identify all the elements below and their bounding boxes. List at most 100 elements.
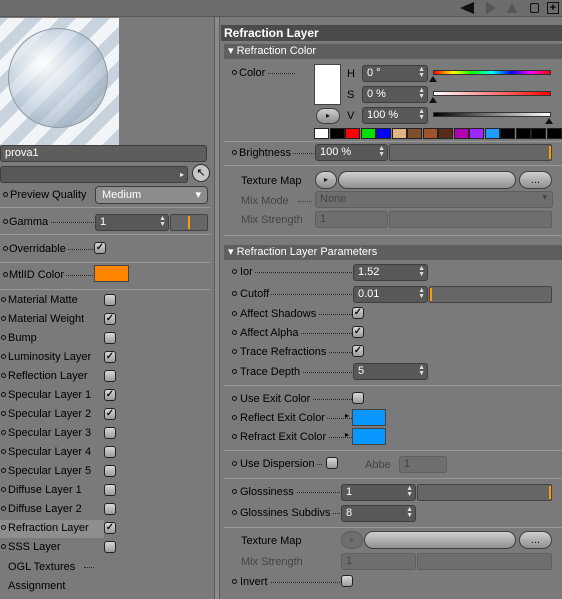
layer-checkbox[interactable]: ✓: [104, 408, 116, 420]
layer-anim-icon[interactable]: [1, 430, 6, 435]
new-panel-icon[interactable]: +: [547, 2, 559, 14]
color-swatch[interactable]: [329, 128, 345, 139]
mix-strength-slider[interactable]: [389, 211, 552, 228]
use-dispersion-checkbox[interactable]: [326, 457, 338, 469]
trace-refractions-checkbox[interactable]: ✓: [352, 345, 364, 357]
reflect-exit-arrow-icon[interactable]: ▸: [345, 411, 349, 420]
refract-exit-color-anim-icon[interactable]: [232, 434, 237, 439]
cutoff-slider[interactable]: [429, 286, 552, 303]
color-swatch[interactable]: [422, 128, 438, 139]
value-field[interactable]: 100 % ▲ ▼: [362, 107, 428, 124]
layer-anim-icon[interactable]: [1, 411, 6, 416]
gamma-field[interactable]: 1 ▲ ▼: [95, 214, 169, 231]
lock-icon[interactable]: [530, 3, 539, 13]
layer-checkbox[interactable]: [104, 446, 116, 458]
value-slider[interactable]: [433, 112, 551, 117]
layer-checkbox[interactable]: [104, 484, 116, 496]
color-swatch[interactable]: [546, 128, 562, 139]
color-swatch[interactable]: [484, 128, 500, 139]
color-swatch[interactable]: [407, 128, 422, 139]
cutoff-field-spinner-icon[interactable]: ▲ ▼: [418, 287, 425, 300]
invert-checkbox[interactable]: [341, 575, 353, 587]
refraction-params-section-header[interactable]: ▾ Refraction Layer Parameters: [224, 245, 562, 260]
texture-map-2-slot[interactable]: [364, 531, 516, 549]
ior-anim-icon[interactable]: [232, 269, 237, 274]
color-options-button[interactable]: ▸: [316, 108, 340, 124]
layer-anim-icon[interactable]: [1, 506, 6, 511]
layer-anim-icon[interactable]: [1, 487, 6, 492]
layer-checkbox[interactable]: ✓: [104, 522, 116, 534]
use-exit-color-checkbox[interactable]: [352, 392, 364, 404]
layer-anim-icon[interactable]: [1, 297, 6, 302]
preview-quality-anim-icon[interactable]: [3, 192, 8, 197]
mtlid-anim-icon[interactable]: [3, 272, 8, 277]
glossines-subdivs-field[interactable]: 8 ▲ ▼: [341, 505, 416, 522]
cutoff-anim-icon[interactable]: [232, 291, 237, 296]
glossiness-field[interactable]: 1 ▲ ▼: [341, 484, 416, 501]
saturation-slider-handle-icon[interactable]: [429, 97, 437, 103]
texture-map-slot[interactable]: [338, 171, 516, 189]
brightness-anim-icon[interactable]: [232, 150, 237, 155]
layer-checkbox[interactable]: ✓: [104, 313, 116, 325]
color-swatch[interactable]: [531, 128, 546, 139]
material-path-field[interactable]: [0, 166, 188, 183]
cutoff-field[interactable]: 0.01 ▲ ▼: [353, 286, 428, 303]
layer-anim-icon[interactable]: [1, 373, 6, 378]
layer-checkbox[interactable]: ✓: [104, 389, 116, 401]
mix-mode-select[interactable]: None ▾: [315, 191, 553, 208]
layer-checkbox[interactable]: [104, 370, 116, 382]
refraction-color-section-header[interactable]: ▾ Refraction Color: [224, 44, 562, 59]
texture-map-2-options-button[interactable]: ▸: [341, 531, 363, 549]
layer-checkbox[interactable]: [104, 503, 116, 515]
use-dispersion-anim-icon[interactable]: [232, 461, 237, 466]
color-swatch[interactable]: [469, 128, 484, 139]
color-swatch[interactable]: [360, 128, 376, 139]
ogl-textures-label[interactable]: OGL Textures: [8, 560, 75, 574]
invert-anim-icon[interactable]: [232, 579, 237, 584]
layer-checkbox[interactable]: [104, 541, 116, 553]
layer-checkbox[interactable]: [104, 332, 116, 344]
ior-field-spinner-icon[interactable]: ▲ ▼: [418, 265, 425, 278]
glossiness-field-spinner-icon[interactable]: ▲ ▼: [406, 485, 413, 498]
mix-strength-2-field[interactable]: 1: [341, 553, 416, 570]
pick-object-icon[interactable]: ↖: [192, 164, 210, 182]
value-slider-handle-icon[interactable]: [545, 118, 553, 124]
color-swatch[interactable]: [453, 128, 469, 139]
color-swatch[interactable]: [438, 128, 453, 139]
texture-map-options-button[interactable]: ▸: [315, 171, 337, 189]
panel-divider[interactable]: [214, 17, 220, 599]
saturation-slider[interactable]: [433, 91, 551, 96]
affect-shadows-anim-icon[interactable]: [232, 311, 237, 316]
layer-anim-icon[interactable]: [1, 354, 6, 359]
color-swatch[interactable]: [376, 128, 391, 139]
use-exit-color-anim-icon[interactable]: [232, 396, 237, 401]
field-arrow-icon[interactable]: ▸: [180, 170, 184, 179]
overridable-anim-icon[interactable]: [3, 246, 8, 251]
layer-checkbox[interactable]: [104, 294, 116, 306]
hue-slider-handle-icon[interactable]: [429, 76, 437, 82]
trace-depth-field-spinner-icon[interactable]: ▲ ▼: [418, 364, 425, 377]
up-arrow-icon[interactable]: [507, 3, 517, 13]
glossiness-anim-icon[interactable]: [232, 489, 237, 494]
color-swatch[interactable]: [314, 128, 329, 139]
reflect-exit-color-swatch[interactable]: [352, 409, 386, 426]
trace-depth-anim-icon[interactable]: [232, 369, 237, 374]
color-preview-swatch[interactable]: [314, 64, 341, 105]
material-name-field[interactable]: prova1: [0, 145, 207, 162]
refract-exit-arrow-icon[interactable]: ▸: [345, 430, 349, 439]
texture-map-2-more-button[interactable]: ...: [519, 531, 552, 549]
color-swatch[interactable]: [391, 128, 407, 139]
hue-field[interactable]: 0 ° ▲ ▼: [362, 65, 428, 82]
glossiness-slider[interactable]: [417, 484, 552, 501]
ior-field[interactable]: 1.52 ▲ ▼: [353, 264, 428, 281]
layer-anim-icon[interactable]: [1, 335, 6, 340]
layer-anim-icon[interactable]: [1, 544, 6, 549]
texture-map-more-button[interactable]: ...: [519, 171, 552, 189]
affect-alpha-anim-icon[interactable]: [232, 330, 237, 335]
abbe-field[interactable]: 1: [399, 456, 447, 473]
layer-anim-icon[interactable]: [1, 392, 6, 397]
color-swatch[interactable]: [500, 128, 515, 139]
material-preview[interactable]: [0, 18, 119, 145]
saturation-field[interactable]: 0 % ▲ ▼: [362, 86, 428, 103]
mix-strength-2-slider[interactable]: [417, 553, 552, 570]
